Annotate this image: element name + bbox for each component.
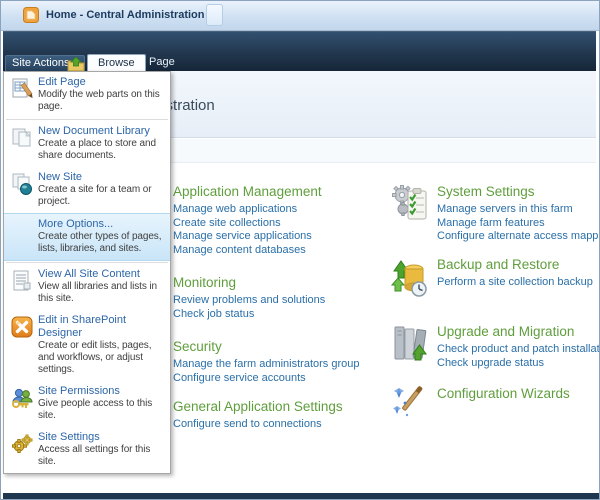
bottom-chrome-bar — [3, 493, 599, 499]
menu-separator — [6, 119, 168, 120]
section-heading-general-application-settings[interactable]: General Application Settings — [173, 399, 343, 414]
menu-item-description: Give people access to this site. — [38, 398, 153, 421]
link-check-job-status[interactable]: Check job status — [173, 308, 325, 322]
section-security: Security Manage the farm administrators g… — [127, 339, 359, 386]
link-review-problems-and-solutions[interactable]: Review problems and solutions — [173, 294, 325, 308]
menu-item-label: Site Permissions — [38, 385, 120, 397]
menu-item-label: More Options... — [38, 218, 114, 230]
navigate-up-icon[interactable] — [67, 56, 85, 72]
menu-item-new-site[interactable]: New Site Create a site for a team or proj… — [4, 167, 170, 213]
titlebar-button[interactable] — [206, 4, 223, 26]
section-heading-configuration-wizards[interactable]: Configuration Wizards — [437, 386, 570, 401]
menu-item-site-permissions[interactable]: Site Permissions Give people access to th… — [4, 381, 170, 427]
section-heading-backup-and-restore[interactable]: Backup and Restore — [437, 257, 593, 272]
sharepoint-designer-icon — [6, 314, 38, 339]
menu-item-edit-in-sharepoint-designer[interactable]: Edit in SharePoint Designer Create or edi… — [4, 310, 170, 381]
section-heading-system-settings[interactable]: System Settings — [437, 184, 599, 199]
section-backup-and-restore: Backup and Restore Perform a site collect… — [390, 257, 593, 297]
menu-item-label: Edit in SharePoint Designer — [38, 314, 127, 339]
menu-item-icon-empty — [6, 218, 38, 219]
upgrade-migration-icon — [391, 322, 429, 368]
menu-item-description: Access all settings for this site. — [38, 444, 151, 467]
window-title: Home - Central Administration — [46, 9, 205, 21]
tab-browse[interactable]: Browse — [87, 54, 146, 72]
menu-item-description: View all libraries and lists in this sit… — [38, 281, 157, 304]
menu-item-view-all-site-content[interactable]: View All Site Content View all libraries … — [4, 264, 170, 310]
section-heading-monitoring[interactable]: Monitoring — [173, 275, 325, 290]
menu-item-description: Modify the web parts on this page. — [38, 89, 160, 112]
section-configuration-wizards: Configuration Wizards — [393, 386, 570, 417]
section-heading-security[interactable]: Security — [173, 339, 359, 354]
new-document-library-icon — [6, 125, 38, 150]
section-monitoring: Monitoring Review problems and solutions C… — [125, 275, 325, 322]
section-system-settings: System Settings Manage servers in this fa… — [392, 184, 599, 244]
link-manage-servers-in-this-farm[interactable]: Manage servers in this farm — [437, 203, 599, 217]
link-configure-send-to-connections[interactable]: Configure send to connections — [173, 418, 343, 432]
menu-item-description: Create a site for a team or project. — [38, 184, 152, 207]
menu-item-more-options[interactable]: More Options... Create other types of pag… — [4, 213, 170, 261]
menu-item-label: Site Settings — [38, 431, 100, 443]
section-heading-application-management[interactable]: Application Management — [173, 184, 322, 199]
menu-item-label: View All Site Content — [38, 268, 140, 280]
menu-separator — [6, 262, 168, 263]
sharepoint-favicon-icon — [23, 7, 39, 23]
new-site-icon — [6, 171, 38, 196]
link-manage-content-databases[interactable]: Manage content databases — [173, 244, 322, 258]
system-settings-icon — [391, 182, 429, 228]
view-all-site-content-icon — [6, 268, 38, 293]
section-heading-upgrade-and-migration[interactable]: Upgrade and Migration — [437, 324, 599, 339]
site-actions-label: Site Actions — [12, 57, 70, 69]
section-general-application-settings: General Application Settings Configure se… — [125, 399, 343, 446]
link-manage-the-farm-administrators-group[interactable]: Manage the farm administrators group — [173, 358, 359, 372]
link-check-product-and-patch-installation-status[interactable]: Check product and patch installation sta… — [437, 343, 599, 357]
configuration-wizards-icon — [391, 384, 429, 430]
site-settings-icon — [6, 431, 38, 456]
browser-window: Home - Central Administration Site Actio… — [0, 0, 600, 500]
backup-restore-icon — [390, 255, 429, 301]
link-configure-alternate-access-mappings[interactable]: Configure alternate access mappings — [437, 230, 599, 244]
link-manage-web-applications[interactable]: Manage web applications — [173, 203, 322, 217]
site-actions-menu: Edit Page Modify the web parts on this pa… — [3, 71, 171, 474]
link-check-upgrade-status[interactable]: Check upgrade status — [437, 357, 599, 371]
link-perform-a-site-collection-backup[interactable]: Perform a site collection backup — [437, 276, 593, 290]
menu-item-label: New Document Library — [38, 125, 150, 137]
menu-item-edit-page[interactable]: Edit Page Modify the web parts on this pa… — [4, 72, 170, 118]
menu-item-label: New Site — [38, 171, 83, 183]
menu-item-description: Create a place to store and share docume… — [38, 138, 156, 161]
section-upgrade-and-migration: Upgrade and Migration Check product and p… — [394, 324, 599, 371]
titlebar: Home - Central Administration — [1, 1, 599, 31]
site-permissions-icon — [6, 385, 38, 410]
link-manage-farm-features[interactable]: Manage farm features — [437, 217, 599, 231]
link-create-site-collections[interactable]: Create site collections — [173, 217, 322, 231]
section-application-management: Application Management Manage web applica… — [126, 184, 322, 258]
menu-item-new-document-library[interactable]: New Document Library Create a place to st… — [4, 121, 170, 167]
tab-page[interactable]: Page — [139, 54, 185, 72]
menu-item-description: Create or edit lists, pages, and workflo… — [38, 340, 152, 375]
link-configure-service-accounts[interactable]: Configure service accounts — [173, 372, 359, 386]
menu-item-description: Create other types of pages, lists, libr… — [38, 231, 162, 254]
edit-page-icon — [6, 76, 38, 101]
link-manage-service-applications[interactable]: Manage service applications — [173, 230, 322, 244]
menu-item-label: Edit Page — [38, 76, 86, 88]
menu-item-site-settings[interactable]: Site Settings Access all settings for thi… — [4, 427, 170, 473]
